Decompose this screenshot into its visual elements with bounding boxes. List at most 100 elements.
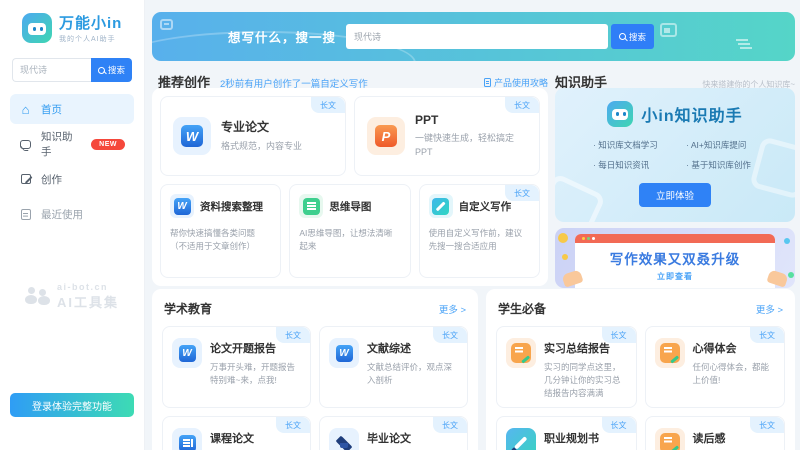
knowledge-features: 知识库文档学习 AI+知识库提问 每日知识资讯 基于知识库创作 — [555, 127, 795, 171]
sidebar-item-home[interactable]: ⌂ 首页 — [10, 94, 134, 124]
card-title: 自定义写作 — [459, 199, 512, 214]
card-title: PPT — [415, 113, 527, 127]
card-title: 专业论文 — [221, 118, 302, 135]
card-thesis-proposal[interactable]: 长文 论文开题报告 万事开头难，开题报告特别难~来，点我! — [162, 326, 311, 408]
banner-search-button[interactable]: 搜索 — [611, 24, 654, 49]
card-mindmap[interactable]: 思维导图 AI思维导图，让想法清晰起来 — [289, 184, 410, 278]
sidebar-menu: ⌂ 首页 知识助手 NEW 创作 最近使用 — [0, 94, 144, 229]
long-text-badge: 长文 — [433, 417, 467, 433]
long-text-badge: 长文 — [602, 327, 636, 343]
academic-title: 学术教育 — [164, 300, 212, 317]
app-subtitle: 我的个人AI助手 — [59, 34, 122, 44]
card-graduation-thesis[interactable]: 长文 毕业论文 格式规范，内容专业的毕业 — [319, 416, 468, 450]
home-icon: ⌂ — [19, 103, 32, 116]
knowledge-feature: AI+知识库提问 — [686, 139, 771, 151]
long-text-badge: 长文 — [433, 327, 467, 343]
sidebar-item-label: 首页 — [41, 102, 62, 117]
card-ppt[interactable]: 长文 PPT 一键快速生成，轻松搞定PPT — [354, 96, 540, 176]
sidebar-item-recent[interactable]: 最近使用 — [10, 199, 134, 229]
card-desc: 万事开头难，开题报告特别难~来，点我! — [210, 361, 301, 387]
card-reflections[interactable]: 长文 心得体会 任何心得体会，都能上价值! — [645, 326, 786, 408]
view-now-link[interactable]: 立即查看 — [575, 271, 775, 282]
card-title: 职业规划书 — [544, 430, 599, 446]
mindmap-icon — [299, 194, 323, 218]
app-logo[interactable]: 万能小in 我的个人AI助手 — [0, 0, 144, 54]
card-title: 思维导图 — [329, 199, 371, 214]
career-pen-icon — [506, 428, 536, 450]
long-text-badge: 长文 — [602, 417, 636, 433]
promo-window-bar — [575, 234, 775, 243]
long-text-badge: 长文 — [505, 185, 539, 201]
card-professional-paper[interactable]: 长文 专业论文 格式规范，内容专业 — [160, 96, 346, 176]
academic-more-link[interactable]: 更多 > — [439, 302, 466, 316]
card-literature-review[interactable]: 长文 文献综述 文献总结评价，观点深入剖析 — [319, 326, 468, 408]
sidebar-item-label: 知识助手 — [41, 129, 82, 159]
sidebar-search-button-label: 搜索 — [108, 64, 125, 76]
sidebar: 万能小in 我的个人AI助手 搜索 ⌂ 首页 知识助手 NEW 创作 最近使用 — [0, 0, 145, 450]
card-desc: 使用自定义写作前，建议先搜一搜合适应用 — [429, 227, 530, 253]
card-internship-report[interactable]: 长文 实习总结报告 实习的同学点这里，几分钟让你的实习总结报告内容满满 — [496, 326, 637, 408]
card-reading-review[interactable]: 长文 读后感 — [645, 416, 786, 450]
document-icon — [19, 209, 32, 220]
watermark: ai-bot.cn AI工具集 — [0, 282, 144, 311]
chat-icon — [19, 140, 32, 149]
watermark-name: AI工具集 — [57, 292, 119, 311]
banner-prompt: 想写什么，搜一搜 — [228, 27, 336, 46]
long-text-badge: 长文 — [276, 417, 310, 433]
search-icon — [98, 67, 105, 74]
sidebar-item-label: 最近使用 — [41, 207, 83, 222]
office-deco-icon — [660, 23, 677, 37]
card-course-paper[interactable]: 长文 课程论文 格式规范，内容专业的课程 — [162, 416, 311, 450]
document-icon — [484, 78, 491, 87]
robot-icon — [22, 13, 52, 43]
sidebar-search-button[interactable]: 搜索 — [91, 58, 132, 82]
knowledge-feature: 每日知识资讯 — [593, 159, 682, 171]
student-more-link[interactable]: 更多 > — [756, 302, 783, 316]
window-deco-icon — [160, 19, 173, 30]
sidebar-item-create[interactable]: 创作 — [10, 164, 134, 194]
card-custom-writing[interactable]: 长文 自定义写作 使用自定义写作前，建议先搜一搜合适应用 — [419, 184, 540, 278]
sidebar-search: 搜索 — [12, 58, 132, 82]
report-icon — [506, 338, 536, 368]
promo-title: 写作效果又双叒升级 — [575, 248, 775, 268]
try-now-button[interactable]: 立即体验 — [639, 183, 711, 207]
long-text-badge: 长文 — [750, 417, 784, 433]
card-title: 读后感 — [693, 430, 726, 446]
promo-banner[interactable]: 写作效果又双叒升级 立即查看 — [555, 228, 795, 288]
long-text-badge: 长文 — [311, 97, 345, 113]
card-title: 资料搜索整理 — [200, 199, 263, 214]
sidebar-search-input[interactable] — [12, 58, 91, 82]
word-icon — [329, 338, 359, 368]
search-banner: 想写什么，搜一搜 搜索 — [152, 12, 795, 61]
course-paper-icon — [172, 428, 202, 450]
card-desc: 文献总结评价，观点深入剖析 — [367, 361, 458, 387]
card-desc: 格式规范，内容专业 — [221, 140, 302, 153]
new-badge: NEW — [91, 139, 125, 150]
custom-writing-icon — [429, 194, 453, 218]
banner-search-input[interactable] — [346, 24, 608, 49]
card-desc: 实习的同学点这里，几分钟让你的实习总结报告内容满满 — [544, 361, 627, 399]
card-desc: 帮你快速搞懂各类问题（不适用于文章创作） — [170, 227, 271, 253]
knowledge-assistant-panel: 小in知识助手 知识库文档学习 AI+知识库提问 每日知识资讯 基于知识库创作 … — [555, 88, 795, 222]
doc-search-icon — [170, 194, 194, 218]
edit-icon — [19, 174, 32, 184]
student-section: 学生必备 更多 > 长文 实习总结报告 实习的同学点这里，几分钟让你的实习总结报… — [486, 289, 795, 450]
long-text-badge: 长文 — [276, 327, 310, 343]
search-icon — [619, 33, 626, 40]
graduation-cap-icon — [329, 428, 359, 450]
promo-window: 写作效果又双叒升级 立即查看 — [575, 234, 775, 288]
card-desc: 一键快速生成，轻松搞定PPT — [415, 132, 527, 158]
paw-icon — [25, 287, 51, 306]
sidebar-item-knowledge-assistant[interactable]: 知识助手 NEW — [10, 129, 134, 159]
long-text-badge: 长文 — [750, 327, 784, 343]
card-career-plan[interactable]: 长文 职业规划书 — [496, 416, 637, 450]
watermark-site: ai-bot.cn — [57, 282, 119, 292]
report-icon — [655, 338, 685, 368]
card-desc: 任何心得体会，都能上价值! — [693, 361, 776, 387]
app-title: 万能小in — [59, 12, 122, 33]
word-icon — [172, 338, 202, 368]
login-button[interactable]: 登录体验完整功能 — [10, 393, 134, 417]
card-doc-search[interactable]: 资料搜索整理 帮你快速搞懂各类问题（不适用于文章创作） — [160, 184, 281, 278]
ppt-icon — [367, 117, 405, 155]
recommend-panel: 长文 专业论文 格式规范，内容专业 长文 PPT 一键快速生成，轻松搞定PPT … — [152, 88, 548, 286]
